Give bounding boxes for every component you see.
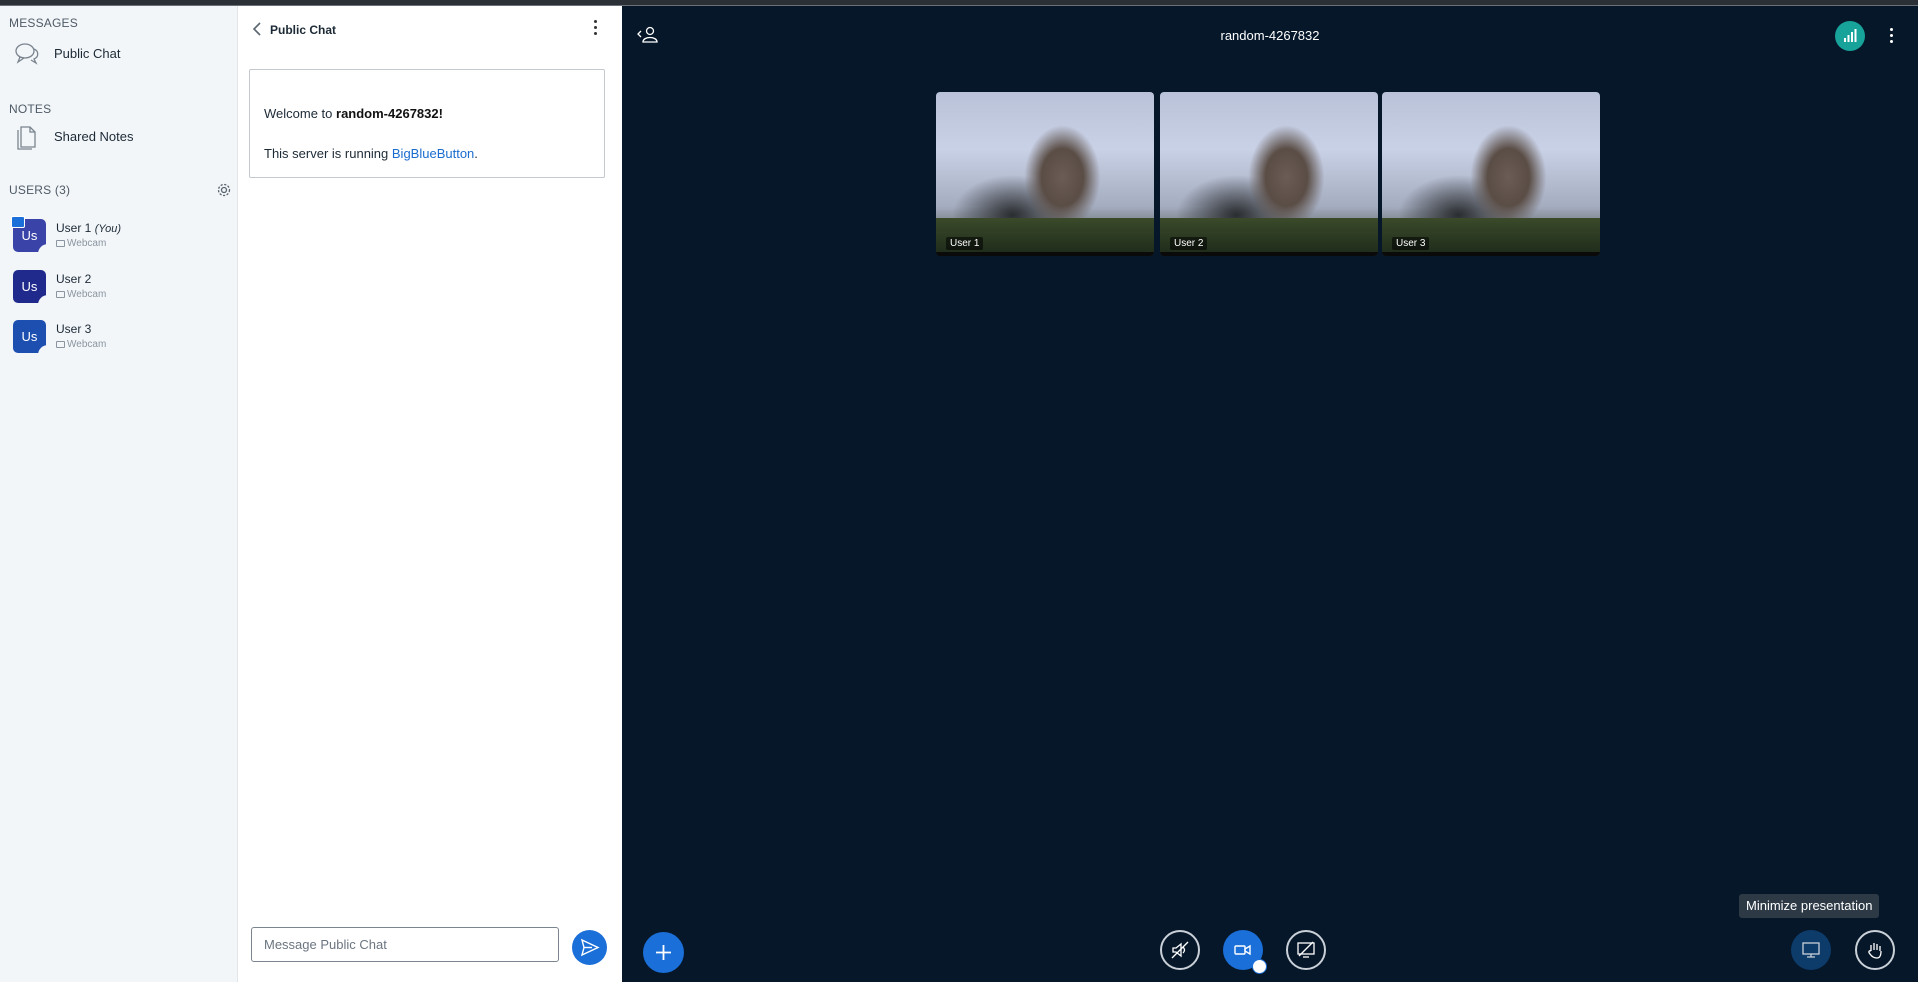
- webcam-user-label[interactable]: User 1: [946, 237, 984, 250]
- user-list-item[interactable]: Us User 1 (You) Webcam: [0, 215, 237, 261]
- chat-header: Public Chat: [238, 6, 622, 54]
- user-status-label: Webcam: [67, 289, 107, 300]
- user-status-label: Webcam: [67, 238, 107, 249]
- chat-options-icon[interactable]: [594, 20, 598, 38]
- bigbluebutton-link[interactable]: BigBlueButton: [392, 146, 474, 161]
- server-prefix: This server is running: [264, 146, 392, 161]
- server-line: This server is running BigBlueButton.: [264, 146, 478, 161]
- notes-icon: [14, 124, 40, 150]
- webcam-icon: [56, 239, 65, 247]
- user-list-item[interactable]: Us User 3 Webcam: [0, 316, 237, 362]
- webcam-tile[interactable]: User 3: [1382, 92, 1600, 256]
- avatar-initials: Us: [21, 279, 38, 294]
- speaker-muted-icon: [1171, 941, 1189, 959]
- sidebar-item-label: Public Chat: [54, 46, 121, 61]
- plus-icon: [656, 945, 671, 960]
- tooltip: Minimize presentation: [1739, 894, 1880, 918]
- options-menu-icon[interactable]: [1890, 28, 1893, 46]
- webcam-tile[interactable]: User 1: [936, 92, 1154, 256]
- webcam-user-label[interactable]: User 2: [1170, 237, 1208, 250]
- send-icon: [580, 938, 600, 957]
- presentation-icon: [1802, 942, 1820, 958]
- send-button[interactable]: [572, 930, 607, 965]
- webcam-user-label[interactable]: User 3: [1392, 237, 1430, 250]
- server-suffix: .: [474, 146, 478, 161]
- notes-section-title: NOTES: [9, 102, 52, 116]
- chevron-left-icon[interactable]: [252, 22, 262, 41]
- sidebar-item-shared-notes[interactable]: Shared Notes: [0, 116, 237, 156]
- avatar-initials: Us: [21, 228, 38, 243]
- user-list-item[interactable]: Us User 2 Webcam: [0, 266, 237, 312]
- user-status: Webcam: [56, 339, 106, 350]
- users-section-title: USERS (3): [9, 183, 71, 197]
- webcam-options-badge[interactable]: [1252, 959, 1267, 974]
- message-input[interactable]: [251, 927, 559, 962]
- you-label: (You): [94, 223, 121, 235]
- webcam-area: User 1 User 2 User 3: [936, 92, 1602, 256]
- connection-status-icon[interactable]: [1835, 21, 1865, 51]
- meeting-title: random-4267832: [1220, 28, 1320, 43]
- welcome-suffix: !: [438, 106, 443, 121]
- room-name: random-4267832: [336, 106, 439, 121]
- welcome-message: Welcome to random-4267832! This server i…: [249, 69, 605, 178]
- avatar: Us: [13, 320, 48, 355]
- video-camera-icon: [1234, 944, 1251, 956]
- tile-border: [1382, 252, 1600, 256]
- messages-section-title: MESSAGES: [9, 16, 78, 30]
- tile-border: [1160, 252, 1378, 256]
- gear-icon[interactable]: [216, 182, 232, 198]
- chat-icon: [14, 41, 40, 65]
- avatar: Us: [13, 270, 48, 305]
- user-status: Webcam: [56, 289, 106, 300]
- welcome-prefix: Welcome to: [264, 106, 337, 121]
- sidebar-item-public-chat[interactable]: Public Chat: [0, 33, 237, 73]
- user-name: User 3: [56, 322, 92, 336]
- raise-hand-button[interactable]: [1855, 930, 1895, 970]
- chat-title[interactable]: Public Chat: [270, 23, 336, 37]
- user-status-label: Webcam: [67, 339, 107, 350]
- public-chat-panel: Public Chat Welcome to random-4267832! T…: [238, 6, 623, 982]
- webcam-icon: [56, 290, 65, 298]
- sidebar-item-label: Shared Notes: [54, 129, 134, 144]
- avatar-corner: [38, 295, 48, 305]
- user-name-row: User 2: [56, 272, 91, 286]
- avatar-initials: Us: [21, 329, 38, 344]
- hand-icon: [1868, 943, 1882, 959]
- welcome-line: Welcome to random-4267832!: [264, 106, 443, 121]
- tile-border: [936, 252, 1154, 256]
- avatar: Us: [11, 216, 48, 254]
- user-status: Webcam: [56, 238, 106, 249]
- audio-button[interactable]: [1160, 930, 1200, 970]
- webcam-icon: [56, 340, 65, 348]
- user-name: User 2: [56, 272, 92, 286]
- main-area: random-4267832 User 1 User 2 User 3 Mini…: [622, 6, 1918, 982]
- user-name-row: User 3: [56, 322, 91, 336]
- webcam-tile[interactable]: User 2: [1160, 92, 1378, 256]
- webcam-button[interactable]: [1223, 930, 1267, 974]
- avatar-corner: [38, 345, 48, 355]
- screenshare-button[interactable]: [1286, 930, 1326, 970]
- actions-button[interactable]: [643, 932, 684, 973]
- presenter-icon: [11, 216, 25, 228]
- sidebar: MESSAGES Public Chat NOTES Shared Notes …: [0, 6, 238, 982]
- minimize-presentation-button[interactable]: [1791, 930, 1831, 970]
- user-name-row: User 1 (You): [56, 221, 121, 235]
- screen-share-off-icon: [1297, 941, 1315, 958]
- avatar-corner: [38, 244, 48, 254]
- user-name: User 1: [56, 221, 92, 235]
